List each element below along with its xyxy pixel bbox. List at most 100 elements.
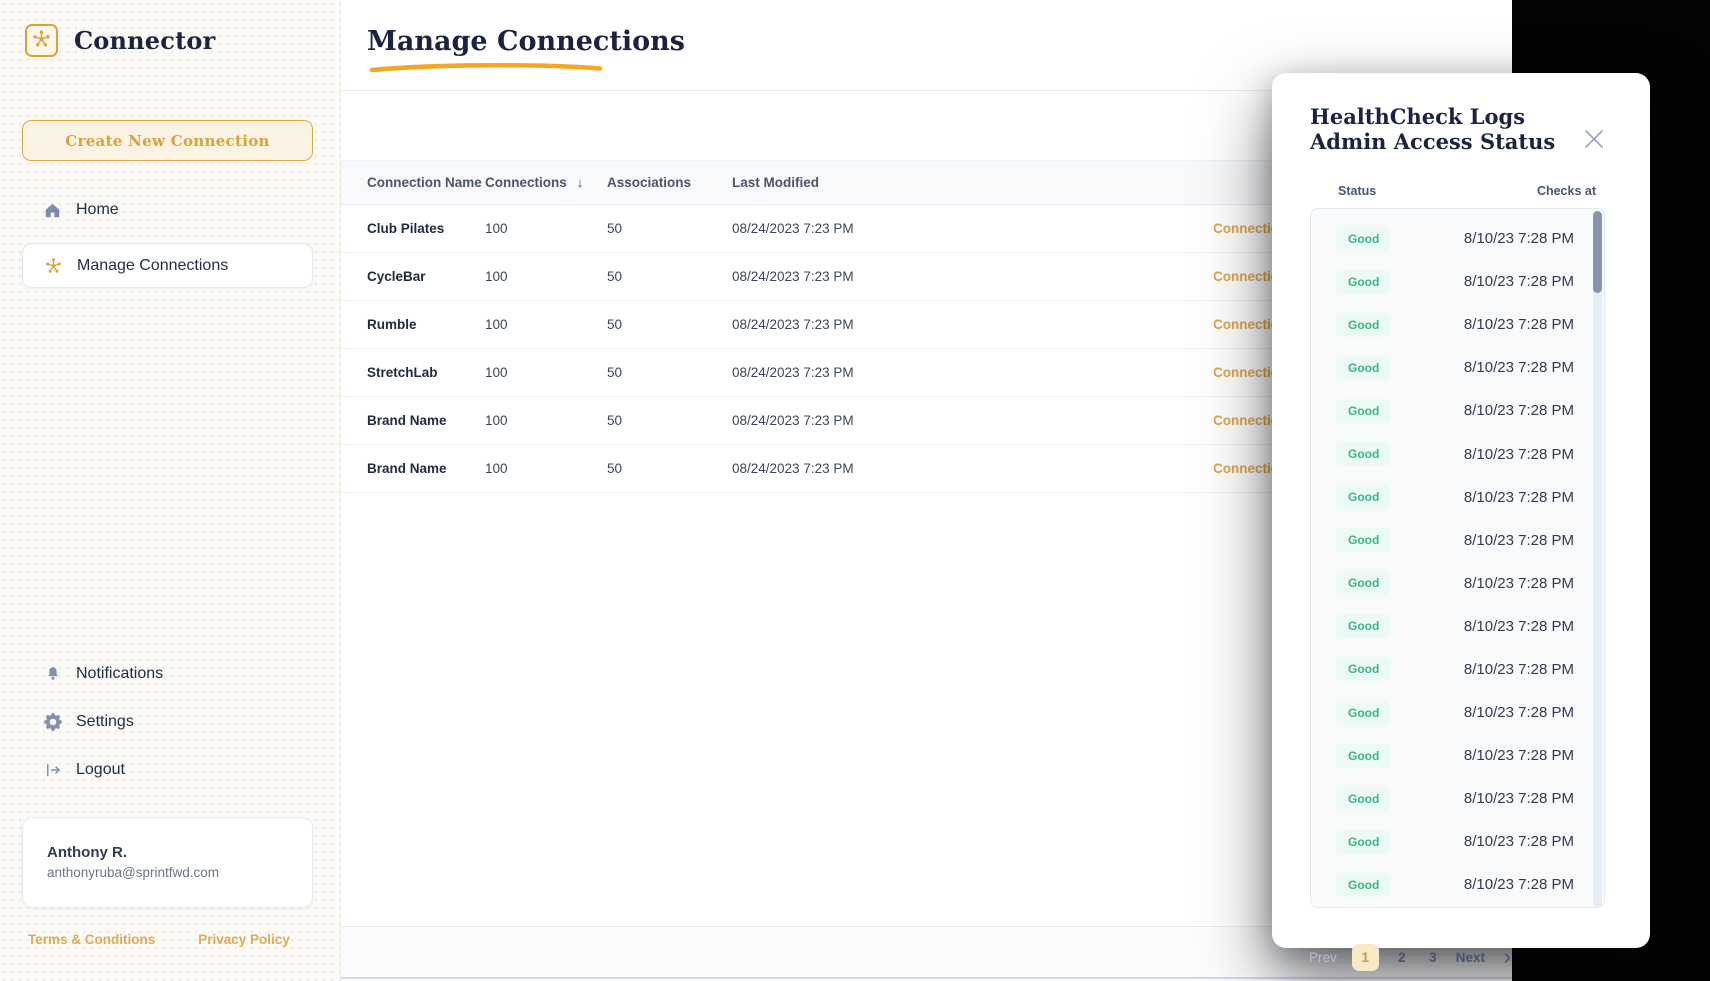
status-badge: Good [1336, 786, 1392, 811]
user-card: Anthony R. anthonyruba@sprintfwd.com [22, 817, 313, 908]
bell-icon [43, 665, 62, 684]
page-button-2[interactable]: 2 [1394, 950, 1410, 965]
log-row: Good 8/10/23 7:28 PM [1311, 863, 1604, 906]
log-row: Good 8/10/23 7:28 PM [1311, 648, 1604, 691]
last-modified-cell: 08/24/2023 7:23 PM [732, 317, 854, 332]
chevron-left-icon[interactable] [1280, 951, 1294, 965]
checked-at-value: 8/10/23 7:28 PM [1463, 273, 1574, 291]
connections-count-cell: 100 [485, 413, 508, 428]
status-badge: Good [1336, 528, 1392, 553]
sidebar-item-label: Manage Connections [77, 256, 229, 274]
window-bottom-edge [341, 977, 1512, 979]
checked-at-value: 8/10/23 7:28 PM [1463, 876, 1574, 894]
gear-icon [43, 713, 62, 732]
last-modified-cell: 08/24/2023 7:23 PM [732, 365, 854, 380]
logs-pagination: Prev 123 Next [1282, 941, 1512, 974]
app-window: Connector Create New Connection Home Man… [0, 0, 1710, 981]
logo-row: Connector [25, 24, 215, 57]
checked-at-value: 8/10/23 7:28 PM [1463, 531, 1574, 549]
associations-count-cell: 50 [607, 317, 623, 332]
col-header-last-modified[interactable]: Last Modified [732, 175, 1213, 190]
checked-at-value: 8/10/23 7:28 PM [1463, 660, 1574, 678]
log-row: Good 8/10/23 7:28 PM [1311, 217, 1604, 260]
col-header-connections[interactable]: Connections ↓ [485, 175, 607, 190]
log-row: Good 8/10/23 7:28 PM [1311, 605, 1604, 648]
checked-at-value: 8/10/23 7:28 PM [1463, 402, 1574, 420]
next-button[interactable]: Next [1456, 950, 1485, 965]
associations-count-cell: 50 [607, 269, 623, 284]
app-title: Connector [74, 26, 216, 55]
status-badge: Good [1336, 226, 1392, 251]
checked-at-value: 8/10/23 7:28 PM [1463, 230, 1574, 248]
sidebar: Connector Create New Connection Home Man… [0, 0, 341, 981]
sidebar-item-label: Logout [76, 761, 125, 778]
col-header-connection-name[interactable]: Connection Name [367, 175, 485, 190]
sidebar-item-settings[interactable]: Settings [22, 702, 313, 742]
log-row: Good 8/10/23 7:28 PM [1311, 303, 1604, 346]
connections-count-cell: 100 [485, 317, 508, 332]
privacy-link[interactable]: Privacy Policy [198, 932, 290, 947]
logout-icon [43, 761, 62, 780]
associations-count-cell: 50 [607, 221, 623, 236]
user-email: anthonyruba@sprintfwd.com [47, 865, 220, 880]
page-button-3[interactable]: 3 [1425, 950, 1441, 965]
associations-count-cell: 50 [607, 413, 623, 428]
log-row: Good 8/10/23 7:28 PM [1311, 820, 1604, 863]
connection-name-cell: Brand Name [367, 461, 447, 476]
connections-count-cell: 100 [485, 269, 508, 284]
last-modified-cell: 08/24/2023 7:23 PM [732, 269, 854, 284]
sidebar-item-manage-connections[interactable]: Manage Connections [22, 243, 313, 288]
log-row: Good 8/10/23 7:28 PM [1311, 476, 1604, 519]
associations-count-cell: 50 [607, 461, 623, 476]
sort-desc-icon[interactable]: ↓ [577, 175, 584, 190]
modal-col-checks-at: Checks at [1536, 184, 1596, 198]
checked-at-value: 8/10/23 7:28 PM [1463, 316, 1574, 334]
modal-col-status: Status [1338, 184, 1377, 198]
hub-icon [44, 256, 63, 275]
modal-title: HealthCheck Logs Admin Access Status [1310, 104, 1556, 154]
log-row: Good 8/10/23 7:28 PM [1311, 777, 1604, 820]
checked-at-value: 8/10/23 7:28 PM [1463, 488, 1574, 506]
connections-count-cell: 100 [485, 365, 508, 380]
home-icon [43, 201, 62, 220]
page-buttons: 123 [1351, 944, 1441, 971]
terms-link[interactable]: Terms & Conditions [28, 932, 155, 947]
status-badge: Good [1336, 485, 1392, 510]
connection-name-cell: Club Pilates [367, 221, 445, 236]
healthcheck-logs-modal: HealthCheck Logs Admin Access Status Sta… [1272, 73, 1650, 948]
sidebar-item-label: Notifications [76, 665, 164, 682]
scrollbar-track[interactable] [1593, 211, 1602, 907]
status-badge: Good [1336, 269, 1392, 294]
checked-at-value: 8/10/23 7:28 PM [1463, 617, 1574, 635]
last-modified-cell: 08/24/2023 7:23 PM [732, 413, 854, 428]
connections-count-cell: 100 [485, 221, 508, 236]
checked-at-value: 8/10/23 7:28 PM [1463, 833, 1574, 851]
close-icon[interactable] [1580, 125, 1608, 153]
col-header-associations[interactable]: Associations [607, 175, 732, 190]
associations-count-cell: 50 [607, 365, 623, 380]
status-badge: Good [1336, 872, 1392, 897]
status-badge: Good [1336, 743, 1392, 768]
status-badge: Good [1336, 398, 1392, 423]
status-badge: Good [1336, 829, 1392, 854]
sidebar-item-notifications[interactable]: Notifications [22, 654, 313, 694]
prev-button[interactable]: Prev [1309, 950, 1337, 965]
log-row: Good 8/10/23 7:28 PM [1311, 346, 1604, 389]
checked-at-value: 8/10/23 7:28 PM [1463, 359, 1574, 377]
status-badge: Good [1336, 355, 1392, 380]
sidebar-item-logout[interactable]: Logout [22, 750, 313, 790]
log-row: Good 8/10/23 7:28 PM [1311, 432, 1604, 475]
page-button-1[interactable]: 1 [1351, 944, 1379, 971]
chevron-right-icon[interactable] [1500, 951, 1514, 965]
checked-at-value: 8/10/23 7:28 PM [1463, 747, 1574, 765]
status-badge: Good [1336, 700, 1392, 725]
connection-name-cell: Rumble [367, 317, 417, 332]
create-new-connection-button[interactable]: Create New Connection [22, 120, 313, 161]
sidebar-item-home[interactable]: Home [22, 190, 313, 230]
checked-at-value: 8/10/23 7:28 PM [1463, 445, 1574, 463]
status-badge: Good [1336, 312, 1392, 337]
sidebar-item-label: Settings [76, 713, 134, 730]
log-row: Good 8/10/23 7:28 PM [1311, 260, 1604, 303]
checked-at-value: 8/10/23 7:28 PM [1463, 704, 1574, 722]
scrollbar-thumb[interactable] [1593, 211, 1602, 293]
